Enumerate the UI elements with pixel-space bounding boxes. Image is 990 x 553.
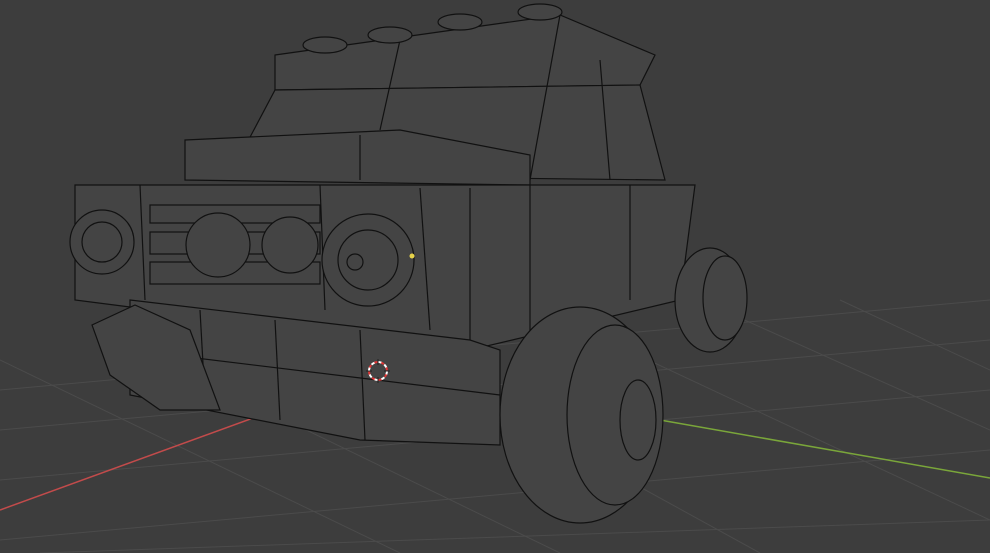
3d-viewport[interactable] bbox=[0, 0, 990, 553]
selected-vertex[interactable] bbox=[409, 253, 415, 259]
truck-mesh[interactable] bbox=[69, 3, 748, 524]
x-axis-line bbox=[0, 409, 276, 511]
viewport-canvas[interactable] bbox=[0, 0, 990, 553]
y-axis-line bbox=[659, 419, 990, 479]
